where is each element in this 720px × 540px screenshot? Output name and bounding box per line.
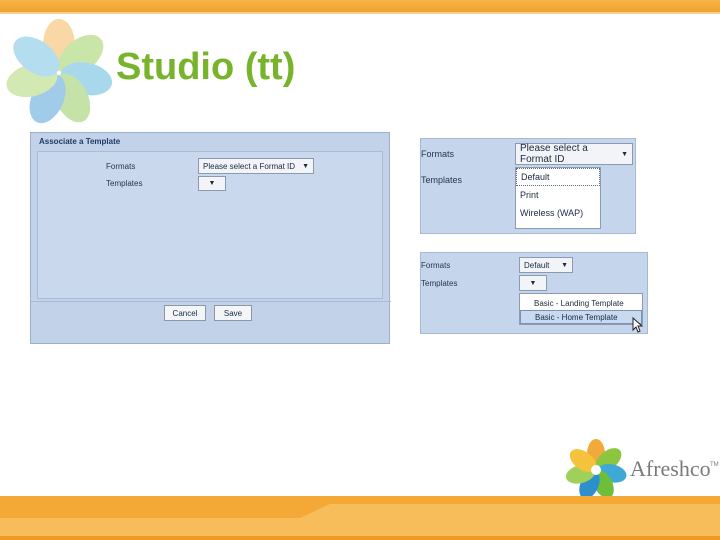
formats-select[interactable]: Please select a Format ID ▼ (198, 158, 314, 174)
slide-title: Studio (tt) (116, 46, 296, 88)
formats-label: Formats (421, 261, 451, 270)
templates-select[interactable]: ▼ (198, 176, 226, 191)
associate-template-dialog: Associate a Template Formats Templates P… (30, 132, 391, 344)
templates-select[interactable]: ▼ (519, 275, 547, 291)
brand-name: Afreshco (630, 456, 711, 481)
templates-dropdown-panel: Formats Templates Default ▼ ▼ Basic - La… (420, 252, 648, 334)
option-default[interactable]: Default (516, 168, 600, 186)
flower-logo-icon (6, 19, 113, 124)
formats-select-value: Please select a Format ID (520, 143, 588, 165)
cancel-button[interactable]: Cancel (164, 305, 206, 321)
mouse-cursor-icon (632, 317, 644, 333)
formats-label: Formats (421, 149, 455, 159)
save-button[interactable]: Save (214, 305, 252, 321)
templates-label: Templates (421, 279, 458, 288)
formats-select[interactable]: Please select a Format ID ▼ (515, 143, 633, 165)
templates-options-list: Basic - Landing Template Basic - Home Te… (519, 293, 643, 325)
templates-label: Templates (421, 175, 463, 185)
dropdown-arrow-icon: ▼ (621, 150, 628, 158)
formats-options-list: Default Print Wireless (WAP) (515, 167, 601, 229)
formats-select-value: Please select a Format ID (203, 161, 296, 171)
option-home-template[interactable]: Basic - Home Template (520, 310, 642, 324)
dropdown-arrow-icon: ▼ (561, 261, 568, 269)
formats-select[interactable]: Default ▼ (519, 257, 573, 273)
dialog-title: Associate a Template (39, 137, 121, 146)
formats-dropdown-panel: Formats Templates Please select a Format… (420, 138, 636, 234)
option-print[interactable]: Print (516, 186, 600, 204)
dropdown-arrow-icon: ▼ (208, 180, 216, 187)
bottom-accent-bar (0, 496, 720, 540)
dropdown-arrow-icon: ▼ (302, 162, 309, 170)
formats-label: Formats (106, 162, 136, 171)
top-accent-bar (0, 0, 720, 14)
afreshco-logo-icon (565, 439, 627, 499)
templates-label: Templates (106, 179, 143, 188)
option-wireless[interactable]: Wireless (WAP) (516, 204, 600, 222)
formats-select-value: Default (524, 260, 550, 270)
option-landing-template[interactable]: Basic - Landing Template (520, 296, 642, 310)
trademark-mark: TM (710, 462, 719, 468)
dialog-body: Formats Templates Please select a Format… (37, 151, 383, 299)
button-bar-divider (31, 301, 391, 302)
dropdown-arrow-icon: ▼ (529, 279, 537, 287)
